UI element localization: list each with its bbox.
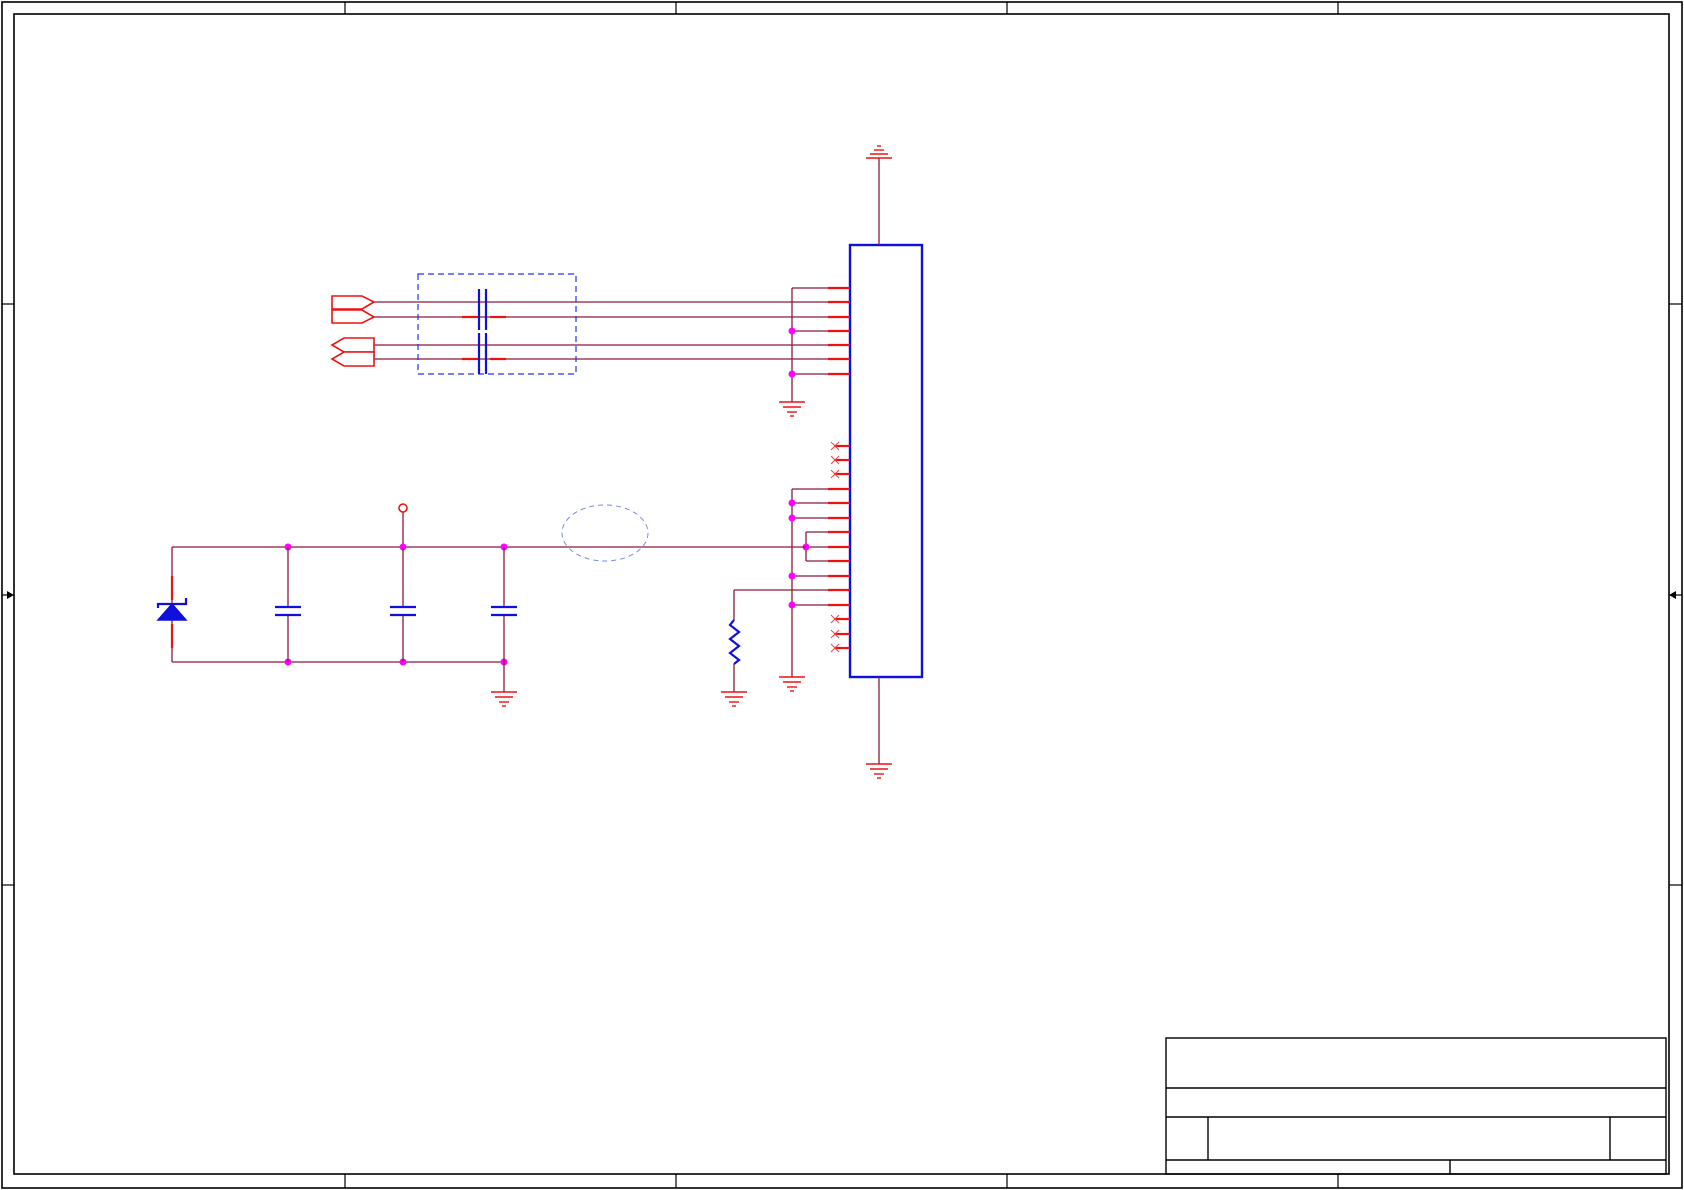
bottom-ground-symbol xyxy=(866,677,892,779)
capacitor-2 xyxy=(390,547,416,662)
capacitor-1 xyxy=(275,547,301,662)
differential-pair-wires xyxy=(372,301,828,361)
net-tie-ellipse xyxy=(561,504,649,562)
top-ground-symbol xyxy=(866,145,892,245)
schematic-canvas xyxy=(1,1,1683,1189)
tvs-diode xyxy=(156,576,188,648)
upper-ground-bus xyxy=(779,287,828,417)
out-port-2 xyxy=(331,309,376,324)
right-center-arrow-icon xyxy=(1669,591,1682,599)
left-center-arrow-icon xyxy=(2,591,14,599)
out-port-1 xyxy=(331,295,376,310)
power-pin-loop xyxy=(802,531,828,562)
capacitor-3 xyxy=(491,547,517,707)
in-port-2 xyxy=(330,351,375,367)
schematic-sheet xyxy=(0,0,1684,1190)
title-block xyxy=(1165,1037,1667,1175)
drawing-frame xyxy=(1,1,1683,1189)
power-rail xyxy=(171,503,806,666)
pulldown-resistor xyxy=(721,589,828,707)
in-port-1 xyxy=(330,337,375,353)
connector-block xyxy=(848,243,924,679)
connector-pins xyxy=(828,286,850,650)
